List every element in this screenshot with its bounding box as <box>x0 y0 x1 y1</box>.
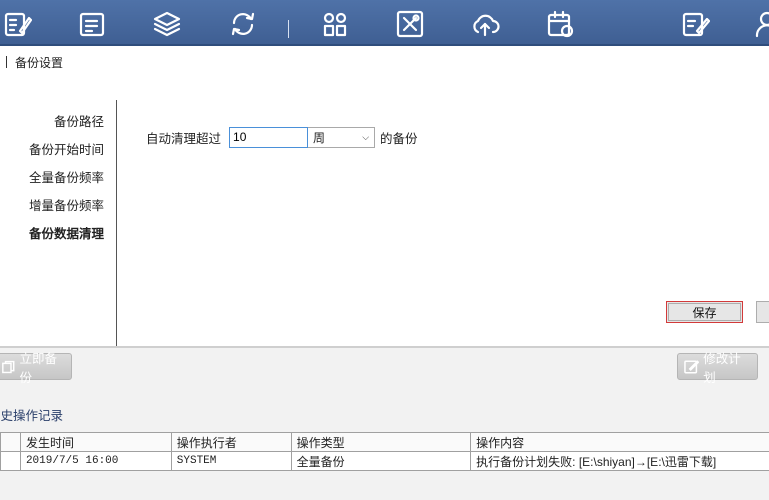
history-table: 发生时间 操作执行者 操作类型 操作内容 2019/7/5 16:00 SYST… <box>0 432 769 471</box>
sync-icon[interactable] <box>226 8 260 40</box>
layers-icon[interactable] <box>150 8 184 40</box>
cleanup-form-row: 自动清理超过 周 ⌵ 的备份 <box>146 126 418 148</box>
table-row[interactable]: 2019/7/5 16:00 SYSTEM 全量备份 执行备份计划失败: [E:… <box>0 451 769 471</box>
toolbar-separator <box>288 20 289 38</box>
table-header-cell[interactable]: 操作内容 <box>470 432 769 452</box>
nav-item-full-backup-frequency[interactable]: 全量备份频率 <box>29 167 104 186</box>
table-cell: SYSTEM <box>170 451 292 471</box>
nav-item-backup-path[interactable]: 备份路径 <box>54 111 104 130</box>
table-header-cell[interactable]: 操作执行者 <box>170 432 292 452</box>
cleanup-unit-select[interactable]: 周 ⌵ <box>308 126 376 148</box>
nav-item-backup-data-cleanup[interactable]: 备份数据清理 <box>29 223 104 242</box>
history-panel: 立即备份 修改计划 历史操作记录 发生时间 操作执行者 操作类型 操作内容 20… <box>0 346 769 500</box>
table-cell: 执行备份计划失败: [E:\shiyan]→[E:\迅雷下载] <box>470 451 769 471</box>
history-title: 历史操作记录 <box>0 409 64 423</box>
copy-icon <box>2 360 15 373</box>
nav-item-incremental-backup-frequency[interactable]: 增量备份频率 <box>29 195 104 214</box>
nav-item-backup-start-time[interactable]: 备份开始时间 <box>29 139 104 158</box>
apps-icon[interactable] <box>318 8 352 40</box>
cleanup-value-input[interactable] <box>229 126 309 148</box>
user-edit-icon[interactable] <box>752 8 769 40</box>
calendar-icon[interactable] <box>543 8 577 40</box>
backup-now-button[interactable]: 立即备份 <box>0 352 72 385</box>
chevron-down-icon: ⌵ <box>362 131 370 142</box>
cancel-button[interactable] <box>756 301 769 323</box>
edit-list-icon[interactable] <box>0 8 34 40</box>
table-header-row: 发生时间 操作执行者 操作类型 操作内容 <box>0 432 769 452</box>
cleanup-suffix: 的备份 <box>380 131 418 146</box>
table-cell: 2019/7/5 16:00 <box>19 451 172 471</box>
tools-icon[interactable] <box>393 8 427 40</box>
page-title: 备份设置 <box>15 55 64 70</box>
breadcrumb-bar <box>6 56 7 68</box>
top-toolbar <box>0 0 769 46</box>
modify-plan-label: 修改计划 <box>703 351 741 385</box>
backup-now-label: 立即备份 <box>19 351 58 385</box>
save-button[interactable]: 保存 <box>666 301 743 323</box>
table-header-cell[interactable]: 发生时间 <box>19 432 172 452</box>
cleanup-label: 自动清理超过 <box>146 131 222 146</box>
modify-plan-button[interactable]: 修改计划 <box>677 352 758 385</box>
edit-icon <box>684 359 700 373</box>
table-header-cell <box>0 432 21 452</box>
table-header-cell[interactable]: 操作类型 <box>290 432 472 452</box>
cleanup-unit-value: 周 <box>313 130 326 145</box>
breadcrumb: 备份设置 <box>6 54 63 70</box>
settings-nav: 备份路径 备份开始时间 全量备份频率 增量备份频率 备份数据清理 <box>0 100 117 346</box>
cloud-upload-icon[interactable] <box>468 8 502 40</box>
table-cell <box>0 451 21 471</box>
document-icon[interactable] <box>75 8 109 40</box>
edit-note-icon[interactable] <box>678 8 712 40</box>
table-cell: 全量备份 <box>290 451 472 471</box>
